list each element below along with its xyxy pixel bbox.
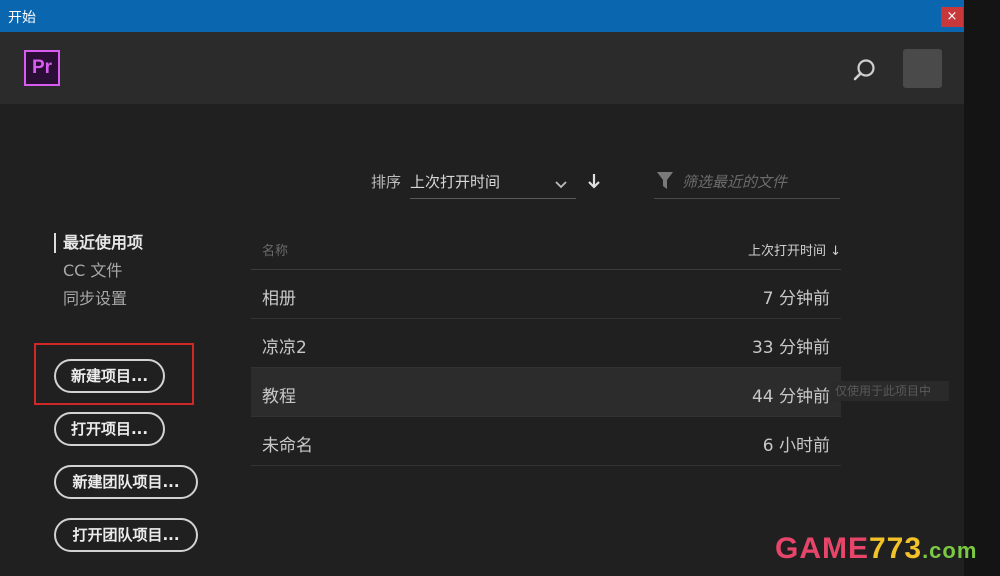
open-team-project-button[interactable]: 打开团队项目...: [54, 518, 198, 552]
user-avatar[interactable]: [903, 49, 942, 88]
watermark-part2: 773: [869, 532, 923, 565]
window-title: 开始: [8, 10, 36, 26]
file-name: 凉凉2: [262, 338, 307, 358]
sort-value: 上次打开时间: [410, 173, 501, 191]
sort-direction-arrow-icon[interactable]: [586, 172, 602, 194]
file-time: 7 分钟前: [762, 289, 830, 309]
nav-item-cc-files[interactable]: CC 文件: [54, 258, 143, 286]
app-header: Pr: [0, 32, 964, 104]
watermark-part1: GAME: [775, 532, 869, 565]
sort-label: 排序: [371, 173, 402, 191]
column-header-last-opened[interactable]: 上次打开时间 ↓: [748, 240, 841, 259]
filter-input[interactable]: [680, 170, 840, 194]
table-header: 名称 上次打开时间 ↓: [251, 228, 841, 270]
table-row[interactable]: 未命名 6 小时前: [251, 417, 841, 466]
table-row-selected[interactable]: 教程 44 分钟前: [251, 368, 841, 417]
recent-files-table: 名称 上次打开时间 ↓ 相册 7 分钟前 凉凉2 33 分钟前 教程 44 分钟…: [251, 228, 841, 466]
file-name: 教程: [262, 387, 296, 407]
filter-field: [654, 166, 840, 199]
column-header-name[interactable]: 名称: [262, 240, 288, 259]
close-button[interactable]: ×: [941, 7, 963, 27]
row-tooltip: 仅使用于此项目中: [831, 381, 949, 401]
nav-item-sync-settings[interactable]: 同步设置: [54, 286, 143, 314]
search-icon[interactable]: [852, 57, 878, 83]
sort-dropdown[interactable]: 上次打开时间: [410, 166, 576, 199]
nav-item-recent[interactable]: 最近使用项: [54, 230, 143, 258]
new-project-button[interactable]: 新建项目...: [54, 359, 165, 393]
chevron-down-icon: [554, 175, 568, 194]
open-project-button[interactable]: 打开项目...: [54, 412, 165, 446]
table-row[interactable]: 凉凉2 33 分钟前: [251, 319, 841, 368]
site-watermark: GAME773.com: [775, 532, 977, 566]
table-row[interactable]: 相册 7 分钟前: [251, 270, 841, 319]
side-strip: [964, 0, 1000, 576]
watermark-part3: .com: [922, 538, 978, 563]
file-time: 6 小时前: [762, 436, 830, 456]
funnel-icon: [656, 171, 674, 195]
left-nav: 最近使用项 CC 文件 同步设置: [54, 230, 143, 314]
file-time: 33 分钟前: [751, 338, 830, 358]
window-titlebar: 开始 ×: [0, 0, 964, 32]
file-time: 44 分钟前: [751, 387, 830, 407]
file-name: 未命名: [262, 436, 313, 456]
file-name: 相册: [262, 289, 296, 309]
new-team-project-button[interactable]: 新建团队项目...: [54, 465, 198, 499]
premiere-logo: Pr: [24, 50, 60, 86]
